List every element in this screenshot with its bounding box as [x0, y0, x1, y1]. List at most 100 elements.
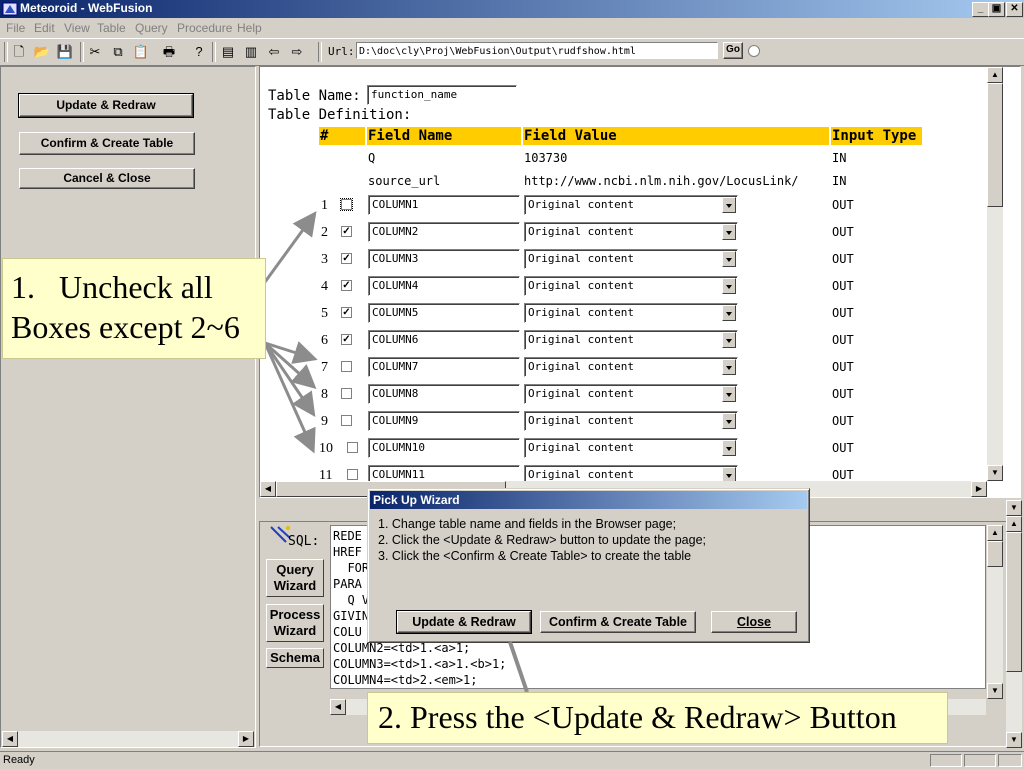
field-name-input[interactable]: COLUMN9 — [368, 411, 520, 431]
scroll-thumb[interactable] — [1006, 532, 1022, 672]
dropdown-arrow-icon[interactable] — [722, 251, 736, 267]
dropdown-arrow-icon[interactable] — [722, 332, 736, 348]
go-button[interactable]: Go — [723, 42, 743, 59]
field-value-select[interactable]: Original content — [524, 276, 738, 296]
url-input[interactable]: D:\doc\cly\Proj\WebFusion\Output\rudfsho… — [356, 42, 718, 59]
scroll-left-icon[interactable]: ◀ — [2, 731, 18, 747]
menu-help[interactable]: Help — [237, 21, 262, 35]
dropdown-arrow-icon[interactable] — [722, 278, 736, 294]
dropdown-arrow-icon[interactable] — [722, 224, 736, 240]
status-bar: Ready — [0, 751, 1024, 769]
browser-vertical-scrollbar[interactable]: ▲ ▼ — [987, 67, 1003, 481]
field-value-select[interactable]: Original content — [524, 438, 738, 458]
row-checkbox[interactable]: ✓ — [341, 253, 352, 264]
menu-table[interactable]: Table — [97, 21, 126, 35]
right-vertical-scrollbar[interactable]: ▲ ▼ — [1006, 516, 1022, 748]
row-checkbox[interactable] — [340, 198, 353, 211]
row-checkbox[interactable]: ✓ — [341, 280, 352, 291]
forward-arrow-icon[interactable]: ⇨ — [288, 43, 306, 61]
field-value-select[interactable]: Original content — [524, 249, 738, 269]
field-value-select[interactable]: Original content — [524, 357, 738, 377]
row-checkbox[interactable]: ✓ — [341, 334, 352, 345]
field-value-select[interactable]: Original content — [524, 303, 738, 323]
paste-icon[interactable]: 📋 — [132, 43, 150, 61]
row-checkbox[interactable] — [341, 415, 352, 426]
row-number: 8 — [321, 387, 328, 402]
confirm-create-table-button[interactable]: Confirm & Create Table — [19, 132, 195, 155]
dropdown-arrow-icon[interactable] — [722, 305, 736, 321]
scroll-down-icon[interactable]: ▼ — [987, 683, 1003, 699]
scroll-down-icon[interactable]: ▼ — [987, 465, 1003, 481]
field-name-input[interactable]: COLUMN7 — [368, 357, 520, 377]
help-icon[interactable]: ? — [190, 43, 208, 61]
minimize-button[interactable]: _ — [972, 2, 989, 17]
cancel-close-button[interactable]: Cancel & Close — [19, 168, 195, 189]
table-name-input[interactable]: function_name — [367, 85, 517, 105]
menu-procedure[interactable]: Procedure — [177, 21, 232, 35]
scroll-thumb[interactable] — [987, 541, 1003, 567]
scroll-up-icon[interactable]: ▲ — [1006, 516, 1022, 532]
open-folder-icon[interactable]: 📂 — [33, 43, 51, 61]
scroll-right-icon[interactable]: ▶ — [238, 731, 254, 747]
field-name-input[interactable]: COLUMN4 — [368, 276, 520, 296]
scroll-up-icon[interactable]: ▲ — [987, 525, 1003, 541]
update-redraw-button[interactable]: Update & Redraw — [18, 93, 194, 118]
schema-button[interactable]: Schema — [266, 648, 324, 668]
query-wizard-button[interactable]: Query Wizard — [266, 559, 324, 597]
row-checkbox[interactable] — [341, 388, 352, 399]
field-name-input[interactable]: COLUMN8 — [368, 384, 520, 404]
panel-icon[interactable]: ▤ — [219, 43, 237, 61]
scroll-left-icon[interactable]: ◀ — [330, 699, 346, 715]
left-horizontal-scrollbar[interactable]: ◀ ▶ — [2, 731, 254, 747]
close-window-button[interactable]: ✕ — [1006, 2, 1023, 17]
panel2-icon[interactable]: ▥ — [242, 43, 260, 61]
back-arrow-icon[interactable]: ⇦ — [265, 43, 283, 61]
field-name-input[interactable]: COLUMN5 — [368, 303, 520, 323]
field-value-select[interactable]: Original content — [524, 195, 738, 215]
process-wizard-button[interactable]: Process Wizard — [266, 604, 324, 642]
field-value-select[interactable]: Original content — [524, 222, 738, 242]
row-checkbox[interactable]: ✓ — [341, 307, 352, 318]
sql-vertical-scrollbar[interactable]: ▲ ▼ — [987, 525, 1003, 699]
row-checkbox[interactable] — [347, 469, 358, 480]
dropdown-arrow-icon[interactable] — [722, 386, 736, 402]
print-icon[interactable]: 🖶 — [160, 43, 178, 61]
scroll-thumb[interactable] — [987, 83, 1003, 207]
field-name-input[interactable]: COLUMN3 — [368, 249, 520, 269]
field-value-text: Original content — [528, 387, 634, 400]
new-file-icon[interactable]: 🗋 — [10, 43, 28, 61]
dropdown-arrow-icon[interactable] — [722, 359, 736, 375]
table-name-label: Table Name: — [268, 88, 361, 104]
field-value-select[interactable]: Original content — [524, 411, 738, 431]
scroll-right-icon[interactable]: ▶ — [971, 481, 987, 497]
input-type-text: OUT — [832, 252, 854, 266]
field-name-input[interactable]: COLUMN6 — [368, 330, 520, 350]
maximize-button[interactable]: ▣ — [988, 2, 1005, 17]
scroll-up-icon[interactable]: ▲ — [987, 67, 1003, 83]
dropdown-arrow-icon[interactable] — [722, 413, 736, 429]
row-checkbox[interactable] — [341, 361, 352, 372]
save-icon[interactable]: 💾 — [56, 43, 74, 61]
dialog-close-button[interactable]: Close — [711, 611, 797, 633]
splitter-down-icon[interactable]: ▼ — [1006, 500, 1022, 516]
field-name-input[interactable]: COLUMN1 — [368, 195, 520, 215]
field-value-select[interactable]: Original content — [524, 384, 738, 404]
field-name-input[interactable]: COLUMN2 — [368, 222, 520, 242]
menu-query[interactable]: Query — [135, 21, 168, 35]
field-name-input[interactable]: COLUMN10 — [368, 438, 520, 458]
row-checkbox[interactable]: ✓ — [341, 226, 352, 237]
cut-icon[interactable]: ✂ — [86, 43, 104, 61]
dialog-confirm-create-button[interactable]: Confirm & Create Table — [540, 611, 696, 633]
copy-icon[interactable]: ⧉ — [109, 43, 127, 61]
scroll-down-icon[interactable]: ▼ — [1006, 732, 1022, 748]
menu-view[interactable]: View — [64, 21, 90, 35]
menu-file[interactable]: File — [6, 21, 25, 35]
dropdown-arrow-icon[interactable] — [722, 440, 736, 456]
dropdown-arrow-icon[interactable] — [722, 197, 736, 213]
field-value-select[interactable]: Original content — [524, 330, 738, 350]
dialog-update-redraw-button[interactable]: Update & Redraw — [396, 610, 532, 634]
title-bar: Meteoroid - WebFusion _ ▣ ✕ — [0, 0, 1024, 18]
menu-edit[interactable]: Edit — [34, 21, 55, 35]
row-checkbox[interactable] — [347, 442, 358, 453]
scroll-left-icon[interactable]: ◀ — [260, 481, 276, 497]
